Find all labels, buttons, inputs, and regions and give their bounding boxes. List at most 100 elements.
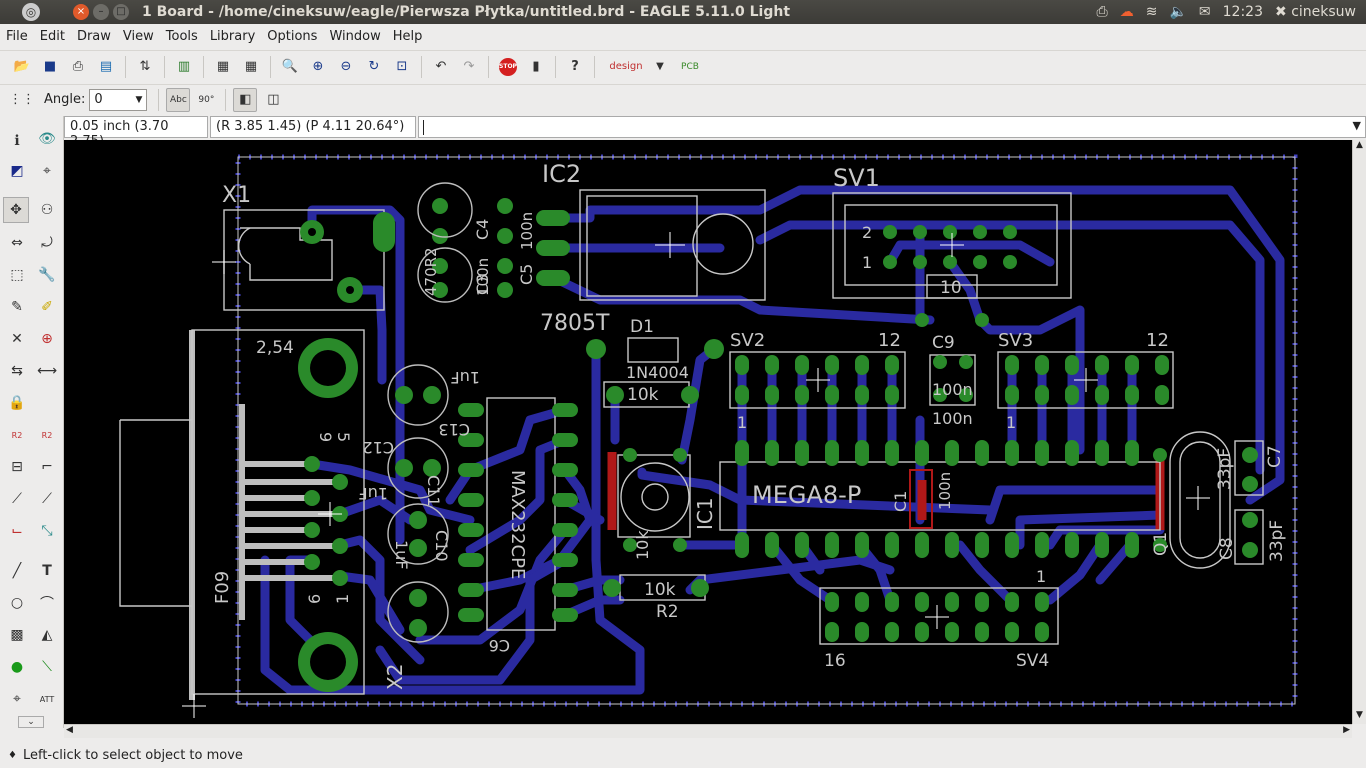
stop-icon[interactable]: STOP — [496, 55, 520, 79]
zoom-fit-icon[interactable]: 🔍 — [278, 55, 302, 79]
scroll-down-icon[interactable]: ▼ — [1353, 710, 1366, 724]
left-toolbox: ℹ 👁 ◩ ⌖ ✥ ⚇ ⇔ ⤾ ⬚ 🔧 ✎ ✐ ✕ ⊕ ⇆ ⟷ 🔒 R2 R2 … — [0, 116, 64, 728]
user-menu[interactable]: ✖ cineksuw — [1275, 4, 1356, 20]
zoom-redraw-icon[interactable]: ↻ — [362, 55, 386, 79]
board-canvas[interactable]: X1 IC2 SV1 7805T D1 1N4004 10k SV2 12 1 … — [64, 140, 1352, 724]
menu-help[interactable]: Help — [387, 29, 429, 44]
menu-draw[interactable]: Draw — [71, 29, 117, 44]
smash-icon[interactable]: ⊟ — [4, 454, 30, 480]
lock-icon[interactable]: 🔒 — [4, 390, 30, 416]
pinswap-icon[interactable]: ⟷ — [34, 358, 60, 384]
library-icon[interactable]: ▥ — [172, 55, 196, 79]
grid-icon[interactable]: ⋮⋮ — [9, 88, 35, 112]
minimize-window-button[interactable]: – — [93, 4, 109, 20]
label-sv3: SV3 — [998, 330, 1033, 351]
label-sv1-2: 2 — [862, 223, 872, 242]
printer-icon[interactable]: ⎙ — [1097, 4, 1108, 20]
zoom-out-icon[interactable]: ⊖ — [334, 55, 358, 79]
pcb-layout[interactable]: X1 IC2 SV1 7805T D1 1N4004 10k SV2 12 1 … — [64, 140, 1352, 724]
display-layers-icon[interactable]: ◩ — [4, 158, 30, 184]
angle-select[interactable]: 0 ▼ — [89, 88, 148, 111]
command-line-input[interactable]: ▼ — [418, 116, 1366, 138]
layout-single-icon[interactable]: ◧ — [233, 87, 258, 112]
miter-icon[interactable]: ⌐ — [34, 454, 60, 480]
mirror-icon[interactable]: ⇔ — [4, 230, 30, 256]
design-link-icon[interactable]: design — [602, 55, 650, 79]
rotate-icon[interactable]: ⤾ — [34, 230, 60, 256]
info-icon[interactable]: ℹ — [4, 128, 30, 154]
wire-icon[interactable]: ╱ — [4, 558, 30, 584]
vertical-scrollbar[interactable]: ▲ ▼ — [1352, 140, 1366, 724]
scroll-left-icon[interactable]: ◀ — [66, 725, 73, 735]
optimize-icon[interactable]: ⟋ — [34, 486, 60, 512]
value-icon[interactable]: R2 — [34, 422, 60, 448]
copy-icon[interactable]: ⚇ — [34, 197, 60, 223]
route-icon[interactable]: ⌙ — [4, 518, 30, 544]
help-icon[interactable]: ? — [563, 55, 587, 79]
redo-icon[interactable]: ↷ — [457, 55, 481, 79]
pcb-quote-icon[interactable]: PCB — [670, 55, 710, 79]
add-icon[interactable]: ⊕ — [34, 326, 60, 352]
menu-view[interactable]: View — [117, 29, 160, 44]
clock[interactable]: 12:23 — [1223, 4, 1263, 20]
scroll-right-icon[interactable]: ▶ — [1343, 725, 1350, 735]
menu-options[interactable]: Options — [261, 29, 323, 44]
attribute-icon[interactable]: ATT — [34, 686, 60, 712]
open-icon[interactable]: 📂 — [10, 55, 34, 79]
split-icon[interactable]: ⟋ — [4, 486, 30, 512]
layer-settings-icon[interactable]: ▦ — [239, 55, 263, 79]
undo-icon[interactable]: ↶ — [429, 55, 453, 79]
move-icon[interactable]: ✥ — [3, 197, 29, 223]
zoom-in-icon[interactable]: ⊕ — [306, 55, 330, 79]
cut-icon[interactable]: ✕ — [4, 326, 30, 352]
script-icon[interactable]: ⇅ — [133, 55, 157, 79]
group-icon[interactable]: ⬚ — [4, 262, 30, 288]
layer-icon[interactable]: ▦ — [211, 55, 235, 79]
cloud-icon[interactable]: ☁ — [1120, 4, 1134, 20]
ripup-icon[interactable]: ⤡ — [34, 518, 60, 544]
save-icon[interactable]: ■ — [38, 55, 62, 79]
spin-text-icon[interactable]: 90° — [194, 88, 218, 112]
layout-split-icon[interactable]: ◫ — [261, 88, 285, 112]
command-history-dropdown-icon[interactable]: ▼ — [1353, 119, 1361, 132]
label-c7: C7 — [1265, 445, 1285, 468]
mark-icon[interactable]: ⌖ — [34, 158, 60, 184]
horizontal-scrollbar[interactable]: ◀ ▶ — [64, 724, 1352, 738]
go-icon[interactable]: ▮ — [524, 55, 548, 79]
menu-library[interactable]: Library — [204, 29, 261, 44]
menu-file[interactable]: File — [0, 29, 34, 44]
paste-icon[interactable]: ✎ — [4, 294, 30, 320]
via-icon[interactable]: ● — [4, 654, 30, 680]
menu-window[interactable]: Window — [323, 29, 386, 44]
label-sv1-10: 10 — [940, 278, 962, 298]
replace-icon[interactable]: ⇆ — [4, 358, 30, 384]
menu-edit[interactable]: Edit — [34, 29, 71, 44]
ubuntu-logo-icon[interactable]: ◎ — [22, 3, 40, 21]
menu-tools[interactable]: Tools — [160, 29, 204, 44]
more-tools-chevron-icon[interactable]: ⌄ — [18, 716, 44, 728]
status-text: Left-click to select object to move — [22, 747, 243, 763]
show-icon[interactable]: 👁 — [34, 126, 60, 152]
cam-processor-icon[interactable]: ▤ — [94, 55, 118, 79]
close-window-button[interactable]: × — [73, 4, 89, 20]
wifi-icon[interactable]: ≋ — [1146, 4, 1158, 20]
name-icon[interactable]: R2 — [4, 422, 30, 448]
text-icon[interactable]: T — [34, 558, 60, 584]
scroll-up-icon[interactable]: ▲ — [1353, 140, 1366, 154]
circle-icon[interactable]: ○ — [4, 590, 30, 616]
design-link-dropdown-icon[interactable]: ▼ — [654, 55, 666, 79]
mail-icon[interactable]: ✉ — [1199, 4, 1211, 20]
rect-icon[interactable]: ▩ — [4, 622, 30, 648]
label-sv1-1: 1 — [862, 253, 872, 272]
hole-icon[interactable]: ⌖ — [4, 686, 30, 712]
polygon-icon[interactable]: ◭ — [34, 622, 60, 648]
maximize-window-button[interactable]: □ — [113, 4, 129, 20]
change-icon[interactable]: 🔧 — [34, 262, 60, 288]
print-icon[interactable]: ⎙ — [66, 55, 90, 79]
volume-icon[interactable]: 🔈 — [1169, 4, 1186, 20]
arc-icon[interactable]: ⌒ — [34, 590, 60, 616]
mirror-text-icon[interactable]: Abc — [166, 87, 191, 112]
signal-icon[interactable]: ⟍ — [34, 654, 60, 680]
delete-icon[interactable]: ✐ — [34, 294, 60, 320]
zoom-select-icon[interactable]: ⊡ — [390, 55, 414, 79]
